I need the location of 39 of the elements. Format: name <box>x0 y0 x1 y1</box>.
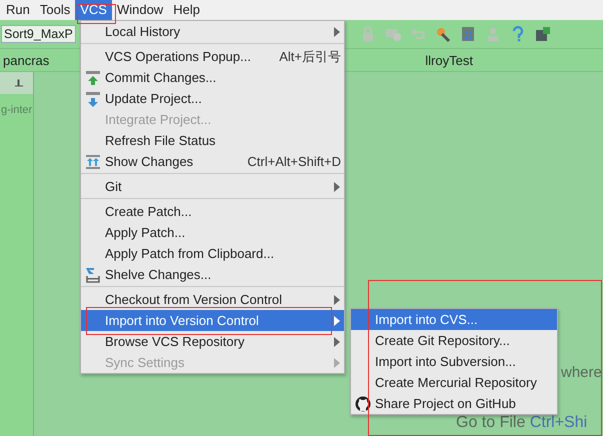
menu-item[interactable]: Import into Subversion... <box>351 351 557 372</box>
menu-item[interactable]: Refresh File Status <box>81 130 344 151</box>
editor-hint: Go to File Ctrl+Shi <box>456 414 588 432</box>
wrench-icon[interactable] <box>434 26 451 42</box>
github-icon <box>355 396 371 412</box>
menu-item[interactable]: VCS Operations Popup... Alt+后引号 <box>81 46 344 67</box>
menu-bar-item[interactable]: Tools <box>34 0 76 20</box>
breadcrumb[interactable]: pancras <box>0 52 52 68</box>
menu-item[interactable]: Checkout from Version Control <box>81 289 344 310</box>
menu-bar-item[interactable]: Help <box>168 0 205 20</box>
undo-icon[interactable] <box>410 26 426 42</box>
menu-item[interactable]: Create Mercurial Repository <box>351 372 557 393</box>
menu-item[interactable]: Shelve Changes... <box>81 264 344 285</box>
menu-item[interactable]: Create Git Repository... <box>351 330 557 351</box>
menu-item[interactable]: Import into Version Control <box>81 310 344 331</box>
menu-item[interactable]: Create Patch... <box>81 201 344 222</box>
menu-item[interactable]: Commit Changes... <box>81 67 344 88</box>
shelf-icon <box>85 266 101 282</box>
breadcrumb[interactable]: llroyTest <box>422 52 476 68</box>
menu-item[interactable]: Apply Patch... <box>81 222 344 243</box>
menu-item[interactable]: Browse VCS Repository <box>81 331 344 352</box>
menu-item[interactable]: Apply Patch from Clipboard... <box>81 243 344 264</box>
run-config-dropdown[interactable]: Sort9_MaxP <box>1 25 76 43</box>
menu-bar-item[interactable]: Run <box>1 0 35 20</box>
menu-item[interactable]: Show Changes Ctrl+Alt+Shift+D <box>81 151 344 172</box>
menu-bar-item[interactable]: VCS <box>75 0 112 20</box>
grid-icon[interactable] <box>460 26 476 42</box>
down-arrow-icon <box>85 90 101 106</box>
annotation-box <box>77 4 116 24</box>
menu-bar-item[interactable]: Window <box>112 0 168 20</box>
menu-item[interactable]: Git <box>81 176 344 197</box>
up-arrow-icon <box>85 70 101 86</box>
editor-hint: where <box>561 364 603 381</box>
changes-icon <box>85 154 101 170</box>
save-icon[interactable] <box>534 26 551 42</box>
menu-item[interactable]: Local History <box>81 21 344 42</box>
menu-item[interactable]: Import into CVS... <box>351 309 557 330</box>
menu-item[interactable]: Update Project... <box>81 88 344 109</box>
menu-item[interactable]: Share Project on GitHub <box>351 393 557 414</box>
